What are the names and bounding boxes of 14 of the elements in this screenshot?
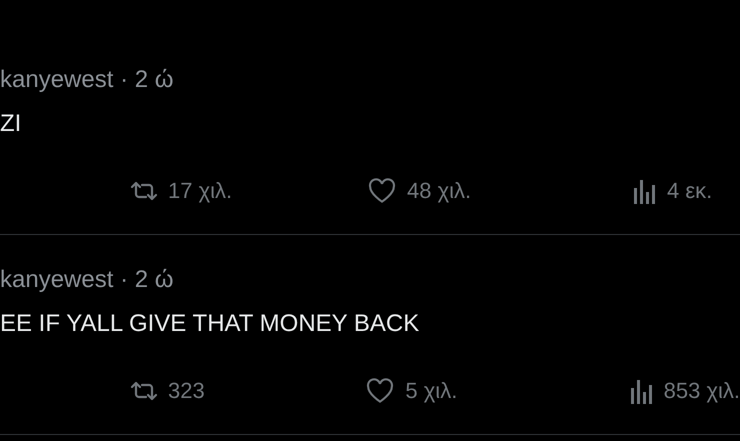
tweet-text: ZI [0,109,22,139]
tweet-author: kanyewest · 2 ώ [0,265,174,295]
heart-icon [365,378,396,404]
tweet-author: kanyewest · 2 ώ [0,65,174,95]
heart-icon [367,178,397,204]
views-button[interactable]: 853 χιλ. [630,374,740,407]
bar-chart-icon [633,178,655,204]
bar-chart-icon [630,378,652,404]
retweet-button[interactable]: 17 χιλ. [130,174,367,207]
like-button[interactable]: 48 χιλ. [367,174,633,207]
tweet-text: EE IF YALL GIVE THAT MONEY BACK [0,309,420,339]
retweet-button[interactable]: 323 [130,374,366,407]
views-button[interactable]: 4 εκ. [633,174,712,207]
like-button[interactable]: 5 χιλ. [365,374,630,407]
